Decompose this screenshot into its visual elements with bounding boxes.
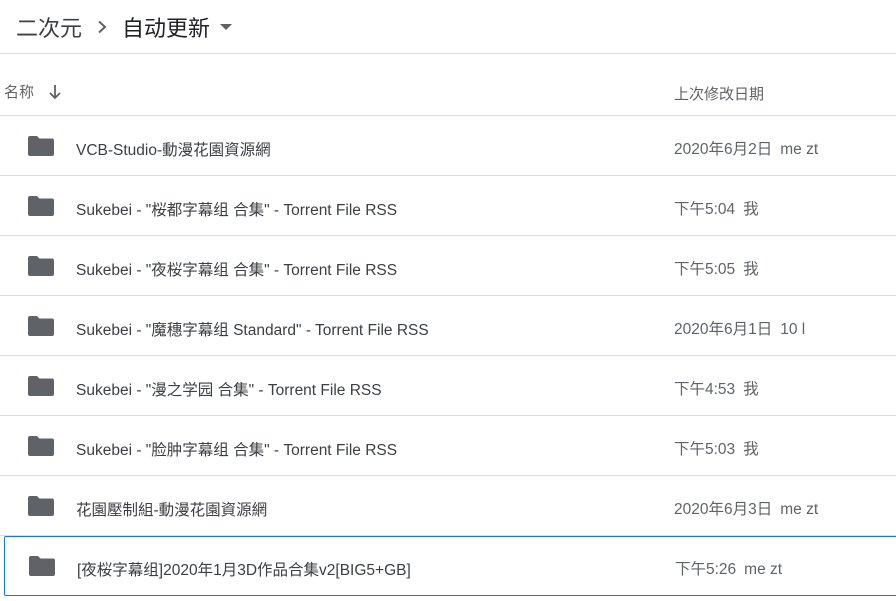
file-row-selected[interactable]: [夜桜字幕组]2020年1月3D作品合集v2[BIG5+GB] 下午5:26 me… (4, 536, 896, 596)
name-column-header[interactable]: 名称 (4, 81, 62, 102)
modified-date: 下午5:26 (675, 561, 737, 578)
file-modified: 下午5:05 我 (674, 257, 759, 279)
file-name: Sukebei - "魔穗字幕组 Standard" - Torrent Fil… (76, 322, 429, 339)
folder-icon (28, 316, 54, 336)
file-name: VCB-Studio-動漫花園資源網 (76, 142, 271, 159)
file-name: Sukebei - "夜桜字幕组 合集" - Torrent File RSS (76, 262, 398, 279)
file-modified: 下午5:04 我 (674, 197, 759, 219)
file-row[interactable]: 花園壓制組-動漫花園資源網 2020年6月3日 me zt (0, 476, 896, 536)
file-name: Sukebei - "脸肿字幕组 合集" - Torrent File RSS (76, 442, 398, 459)
file-modified: 2020年6月1日 10 l (674, 317, 805, 339)
modified-by: 我 (743, 441, 759, 458)
breadcrumb-current-label: 自动更新 (122, 15, 211, 41)
folder-icon (29, 556, 55, 576)
modified-by: me zt (780, 501, 819, 518)
file-name: Sukebei - "桜都字幕组 合集" - Torrent File RSS (76, 202, 398, 219)
file-name: Sukebei - "漫之学园 合集" - Torrent File RSS (76, 382, 382, 399)
file-modified: 下午5:26 me zt (675, 557, 782, 579)
modified-by: me zt (780, 141, 819, 158)
file-name: 花園壓制組-動漫花園資源網 (76, 502, 268, 519)
file-row[interactable]: Sukebei - "桜都字幕组 合集" - Torrent File RSS … (0, 176, 896, 236)
name-column-label: 名称 (4, 84, 35, 101)
modified-date: 下午5:04 (674, 201, 736, 218)
modified-by: 我 (743, 201, 759, 218)
folder-icon (28, 196, 54, 216)
arrow-down-icon[interactable] (48, 84, 62, 100)
modified-date: 下午5:05 (674, 261, 736, 278)
column-header-row: 名称 上次修改日期 (0, 54, 896, 116)
file-modified: 2020年6月2日 me zt (674, 137, 818, 159)
modified-date: 2020年6月3日 (674, 501, 773, 518)
chevron-right-icon (82, 20, 122, 34)
file-modified: 下午5:03 我 (674, 437, 759, 459)
file-row[interactable]: Sukebei - "魔穗字幕组 Standard" - Torrent Fil… (0, 296, 896, 356)
breadcrumb: 二次元 自动更新 (0, 0, 896, 54)
modified-column-header[interactable]: 上次修改日期 (674, 83, 764, 104)
file-row[interactable]: Sukebei - "漫之学园 合集" - Torrent File RSS 下… (0, 356, 896, 416)
modified-date: 下午5:03 (674, 441, 736, 458)
folder-icon (28, 436, 54, 456)
file-row[interactable]: VCB-Studio-動漫花園資源網 2020年6月2日 me zt (0, 116, 896, 176)
modified-by: 10 l (780, 321, 806, 338)
modified-by: 我 (743, 261, 759, 278)
file-name: [夜桜字幕组]2020年1月3D作品合集v2[BIG5+GB] (77, 562, 411, 579)
breadcrumb-root[interactable]: 二次元 (16, 11, 82, 43)
folder-icon (28, 256, 54, 276)
caret-down-icon (220, 23, 233, 31)
modified-by: 我 (743, 381, 759, 398)
file-row[interactable]: Sukebei - "脸肿字幕组 合集" - Torrent File RSS … (0, 416, 896, 476)
modified-date: 下午4:53 (674, 381, 736, 398)
folder-icon (28, 376, 54, 396)
file-list: VCB-Studio-動漫花園資源網 2020年6月2日 me zt Sukebe… (0, 116, 896, 596)
breadcrumb-current-folder[interactable]: 自动更新 (122, 11, 233, 43)
file-modified: 2020年6月3日 me zt (674, 497, 818, 519)
modified-date: 2020年6月1日 (674, 321, 773, 338)
file-modified: 下午4:53 我 (674, 377, 759, 399)
folder-icon (28, 496, 54, 516)
modified-date: 2020年6月2日 (674, 141, 773, 158)
folder-icon (28, 136, 54, 156)
modified-by: me zt (744, 561, 783, 578)
file-row[interactable]: Sukebei - "夜桜字幕组 合集" - Torrent File RSS … (0, 236, 896, 296)
